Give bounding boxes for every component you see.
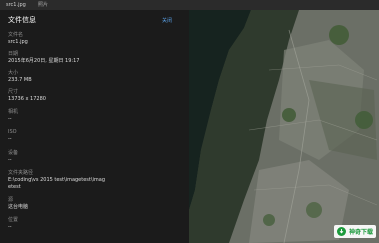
download-logo-icon [336,227,346,236]
field-camera: 相机 -- [8,109,184,123]
field-label: 设备 [8,150,19,156]
watermark-badge: 神奇下载 [333,225,376,238]
aerial-photo [189,10,379,243]
field-label: 文件名 [8,32,24,38]
field-size: 大小 233.7 MB [8,70,184,84]
field-location: 位置 -- [8,217,184,231]
field-value: -- [8,116,12,122]
field-value: -- [8,157,12,163]
field-iso: ISO -- [8,129,184,143]
field-value: 13736 x 17280 [8,96,46,102]
field-filename: 文件名 src1.jpg [8,32,184,46]
field-value: -- [8,136,12,142]
title-bar: src1.jpg 照片 [0,0,379,10]
field-label: 位置 [8,217,19,223]
panel-title: 文件信息 [8,16,36,24]
window-title-app: 照片 [38,2,49,8]
field-value: 233.7 MB [8,77,32,83]
field-value: 这台电脑 [8,204,29,210]
field-dimensions: 尺寸 13736 x 17280 [8,89,184,103]
photo-viewer[interactable]: 神奇下载 [189,10,379,243]
close-link[interactable]: 关闭 [162,17,172,24]
field-label: 尺寸 [8,89,19,95]
window-title-filename: src1.jpg [6,2,26,8]
field-label: 相机 [8,109,19,115]
field-label: ISO [8,129,17,135]
watermark-text: 神奇下载 [348,229,373,236]
field-value: 2015年6月20日, 星期日 19:17 [8,58,80,64]
field-label: 大小 [8,70,19,76]
field-value: -- [8,224,12,230]
file-info-panel: 文件信息 关闭 文件名 src1.jpg 日期 2015年6月20日, 星期日 … [0,10,189,243]
field-device: 设备 -- [8,150,184,164]
field-label: 文件夹路径 [8,170,34,176]
field-value: src1.jpg [8,39,28,45]
field-label: 源 [8,197,14,203]
field-date: 日期 2015年6月20日, 星期日 19:17 [8,51,184,65]
field-folder-path: 文件夹路径 E:\coding\vs 2015 test\imagetest\i… [8,170,184,191]
field-value[interactable]: E:\coding\vs 2015 test\imagetest\imagete… [8,177,108,191]
field-label: 日期 [8,51,19,57]
field-source: 源 这台电脑 [8,197,184,211]
